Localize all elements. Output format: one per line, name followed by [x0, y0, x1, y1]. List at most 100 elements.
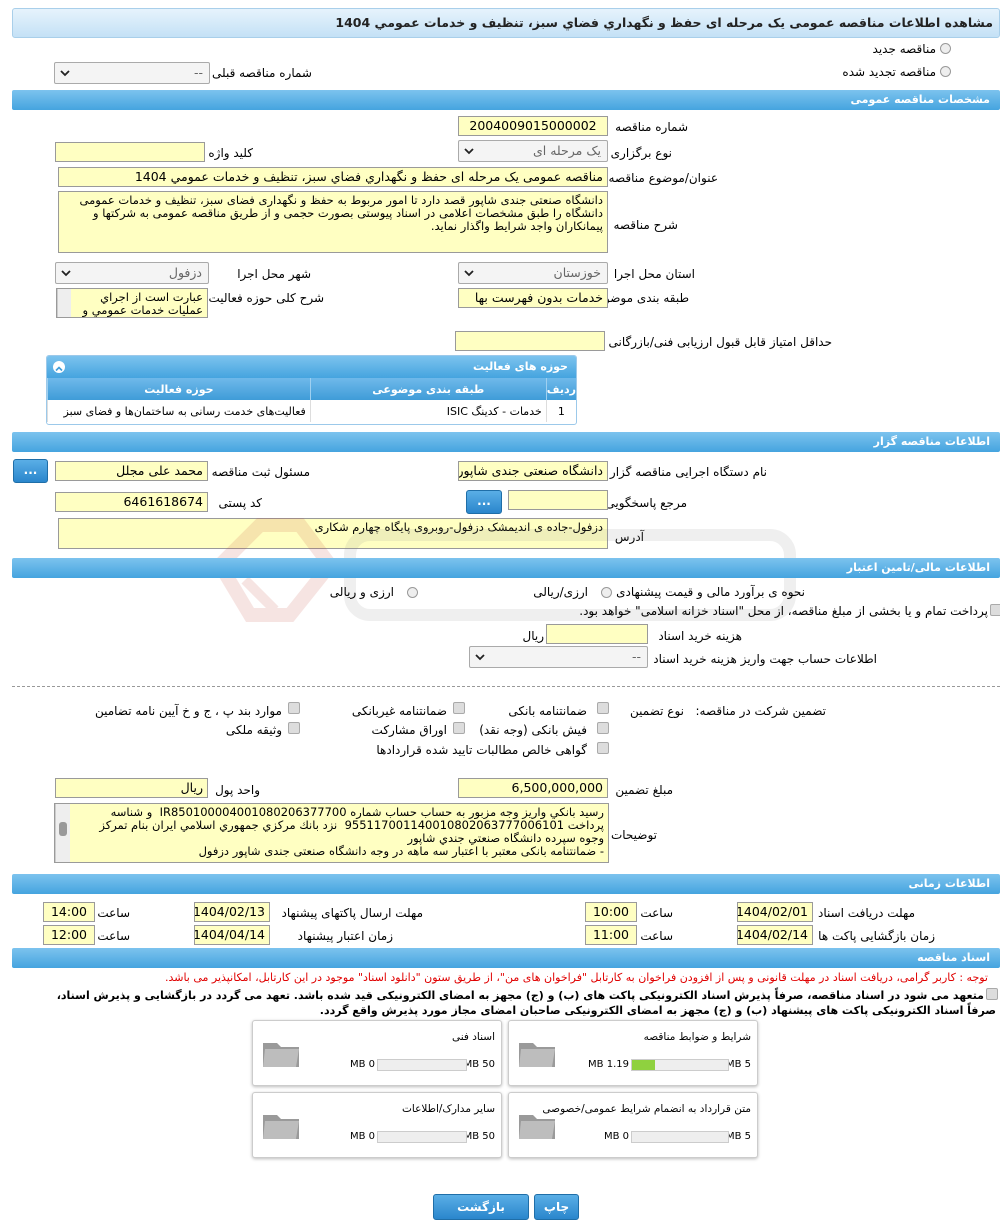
chevron-down-icon: [61, 270, 71, 277]
radio-rial-fx[interactable]: [601, 587, 612, 598]
doc-fee-label: هزینه خرید اسناد: [658, 629, 742, 643]
treasury-text: پرداخت تمام و یا بخشی از مبلغ مناقصه، از…: [579, 604, 988, 618]
reference-more-button[interactable]: ...: [466, 490, 502, 514]
province-value: خوزستان: [553, 265, 601, 280]
min-score-label: حداقل امتیاز قابل قبول ارزیابی فنی/بازرگ…: [608, 335, 832, 349]
property-label: وثیقه ملکی: [225, 723, 282, 737]
commitment-checkbox[interactable]: [986, 988, 998, 1000]
commitment-text-1: متعهد می شود در اسناد مناقصه، صرفاً پذیر…: [56, 989, 984, 1002]
section-timing-header: اطلاعات زمانی: [12, 874, 1000, 894]
file-card-used: 0 MB: [349, 1059, 375, 1070]
subject-label: عنوان/موضوع مناقصه: [608, 171, 718, 185]
radio-fx-and-rial-label: ارزی و ریالی: [329, 585, 394, 599]
description-field: دانشگاه صنعتی جندی شاپور قصد دارد تا امو…: [58, 191, 608, 253]
col-category: طبقه بندی موضوعی: [309, 378, 547, 400]
receive-deadline-label: مهلت دریافت اسناد: [817, 906, 915, 920]
postal-code-field: 6461618674: [55, 492, 208, 512]
check-property[interactable]: [288, 722, 300, 734]
check-nonbank-guarantee[interactable]: [453, 702, 465, 714]
registrar-field: محمد علی مجلل: [55, 461, 208, 481]
back-button[interactable]: بازگشت: [433, 1194, 529, 1220]
file-card-max: 5 MB: [725, 1059, 751, 1070]
validity-date: 1404/04/14: [194, 925, 270, 945]
account-info-value: --: [631, 649, 641, 664]
holding-type-value: یک مرحله ای: [532, 143, 601, 158]
file-card-progress: [631, 1059, 729, 1071]
reference-field: [508, 490, 608, 510]
folder-icon: [263, 1043, 299, 1067]
notes-scrollbar[interactable]: [55, 804, 70, 862]
file-card-progress: [377, 1059, 467, 1071]
currency-field: ریال: [55, 778, 208, 798]
check-articles[interactable]: [288, 702, 300, 714]
radio-fx-and-rial[interactable]: [407, 587, 418, 598]
folder-icon: [263, 1115, 299, 1139]
min-score-field: [455, 331, 605, 351]
file-card-other[interactable]: سایر مدارک/اطلاعات 50 MB 0 MB: [252, 1092, 502, 1158]
opening-time-label: ساعت: [640, 929, 673, 943]
scrollbar-thumb[interactable]: [59, 822, 67, 836]
check-partnership-bonds[interactable]: [453, 722, 465, 734]
check-receivables[interactable]: [597, 742, 609, 754]
collapse-icon[interactable]: [53, 361, 65, 373]
scope-field: عبارت است از اجراي عمليات خدمات عمومي و: [56, 288, 208, 318]
file-card-progress: [631, 1131, 729, 1143]
file-card-max: 50 MB: [463, 1131, 495, 1142]
file-card-max: 50 MB: [463, 1059, 495, 1070]
address-field: دزفول-جاده ی اندیمشک دزفول-روبروی پایگاه…: [58, 518, 608, 549]
registrar-more-button[interactable]: ...: [13, 459, 48, 483]
radio-renewed-tender[interactable]: [940, 66, 951, 77]
col-field: حوزه فعالیت: [47, 378, 311, 400]
city-value: دزفول: [168, 265, 202, 280]
opening-label: زمان بازگشایی پاکت ها: [818, 929, 935, 943]
receivables-label: گواهی خالص مطالبات تایید شده قراردادها: [376, 743, 587, 757]
table-row[interactable]: 1 خدمات - کدینگ ISIC فعالیت‌های خدمت رسا…: [47, 400, 576, 422]
row-category: خدمات - کدینگ ISIC: [309, 400, 547, 422]
bank-receipt-label: فیش بانکی (وجه نقد): [479, 723, 587, 737]
col-row: ردیف: [545, 378, 576, 400]
activity-grid: حوزه های فعالیت ردیف طبقه بندی موضوعی حو…: [46, 355, 577, 425]
prev-tender-select[interactable]: --: [54, 62, 210, 84]
guarantee-amount-field: 6,500,000,000: [458, 778, 608, 798]
account-info-select[interactable]: --: [469, 646, 648, 668]
city-select[interactable]: دزفول: [55, 262, 209, 284]
articles-label: موارد بند پ ، ج و خ آیین نامه تضامین: [94, 704, 282, 718]
scope-scrollbar[interactable]: [57, 289, 71, 317]
check-bank-receipt[interactable]: [597, 722, 609, 734]
check-bank-guarantee[interactable]: [597, 702, 609, 714]
radio-new-label: مناقصه جدید: [872, 42, 936, 56]
section-finance-header: اطلاعات مالی/تامین اعتبار: [12, 558, 1000, 578]
chevron-down-icon: [60, 70, 70, 77]
description-label: شرح مناقصه: [613, 218, 678, 232]
send-time-label: ساعت: [97, 906, 130, 920]
org-name-field: دانشگاه صنعتی جندی شاپور: [458, 461, 608, 481]
file-card-contract[interactable]: متن قرارداد به انضمام شرایط عمومی/خصوصی …: [508, 1092, 758, 1158]
row-field: فعالیت‌های خدمت رسانی به ساختمان‌ها و فض…: [47, 400, 311, 422]
opening-date: 1404/02/14: [737, 925, 813, 945]
file-card-technical[interactable]: اسناد فنی 50 MB 0 MB: [252, 1020, 502, 1086]
nonbank-guarantee-label: ضمانتنامه غیربانکی: [351, 704, 447, 718]
activity-grid-title-text: حوزه های فعالیت: [473, 360, 568, 373]
chevron-down-icon: [464, 148, 474, 155]
validity-time-label: ساعت: [97, 929, 130, 943]
file-card-title: متن قرارداد به انضمام شرایط عمومی/خصوصی: [542, 1103, 751, 1115]
radio-rial-fx-label: ارزی/ریالی: [533, 585, 588, 599]
holding-type-select[interactable]: یک مرحله ای: [458, 140, 608, 162]
province-select[interactable]: خوزستان: [458, 262, 608, 284]
chevron-down-icon: [475, 654, 485, 661]
tender-number-field: 2004009015000002: [458, 116, 608, 136]
city-label: شهر محل اجرا: [237, 267, 311, 281]
radio-new-tender[interactable]: [940, 43, 951, 54]
opening-time: 11:00: [585, 925, 637, 945]
chevron-down-icon: [464, 270, 474, 277]
guarantee-type-label: نوع تضمین: [630, 704, 684, 718]
file-card-used: 1.19 MB: [588, 1059, 629, 1070]
treasury-checkbox[interactable]: [990, 604, 1000, 616]
validity-label: زمان اعتبار پیشنهاد: [297, 929, 393, 943]
file-card-conditions[interactable]: شرایط و ضوابط مناقصه 5 MB 1.19 MB: [508, 1020, 758, 1086]
activity-grid-title: حوزه های فعالیت: [47, 356, 576, 378]
file-card-progress: [377, 1131, 467, 1143]
validity-time: 12:00: [43, 925, 95, 945]
print-button[interactable]: چاپ: [534, 1194, 579, 1220]
file-card-used: 0 MB: [349, 1131, 375, 1142]
